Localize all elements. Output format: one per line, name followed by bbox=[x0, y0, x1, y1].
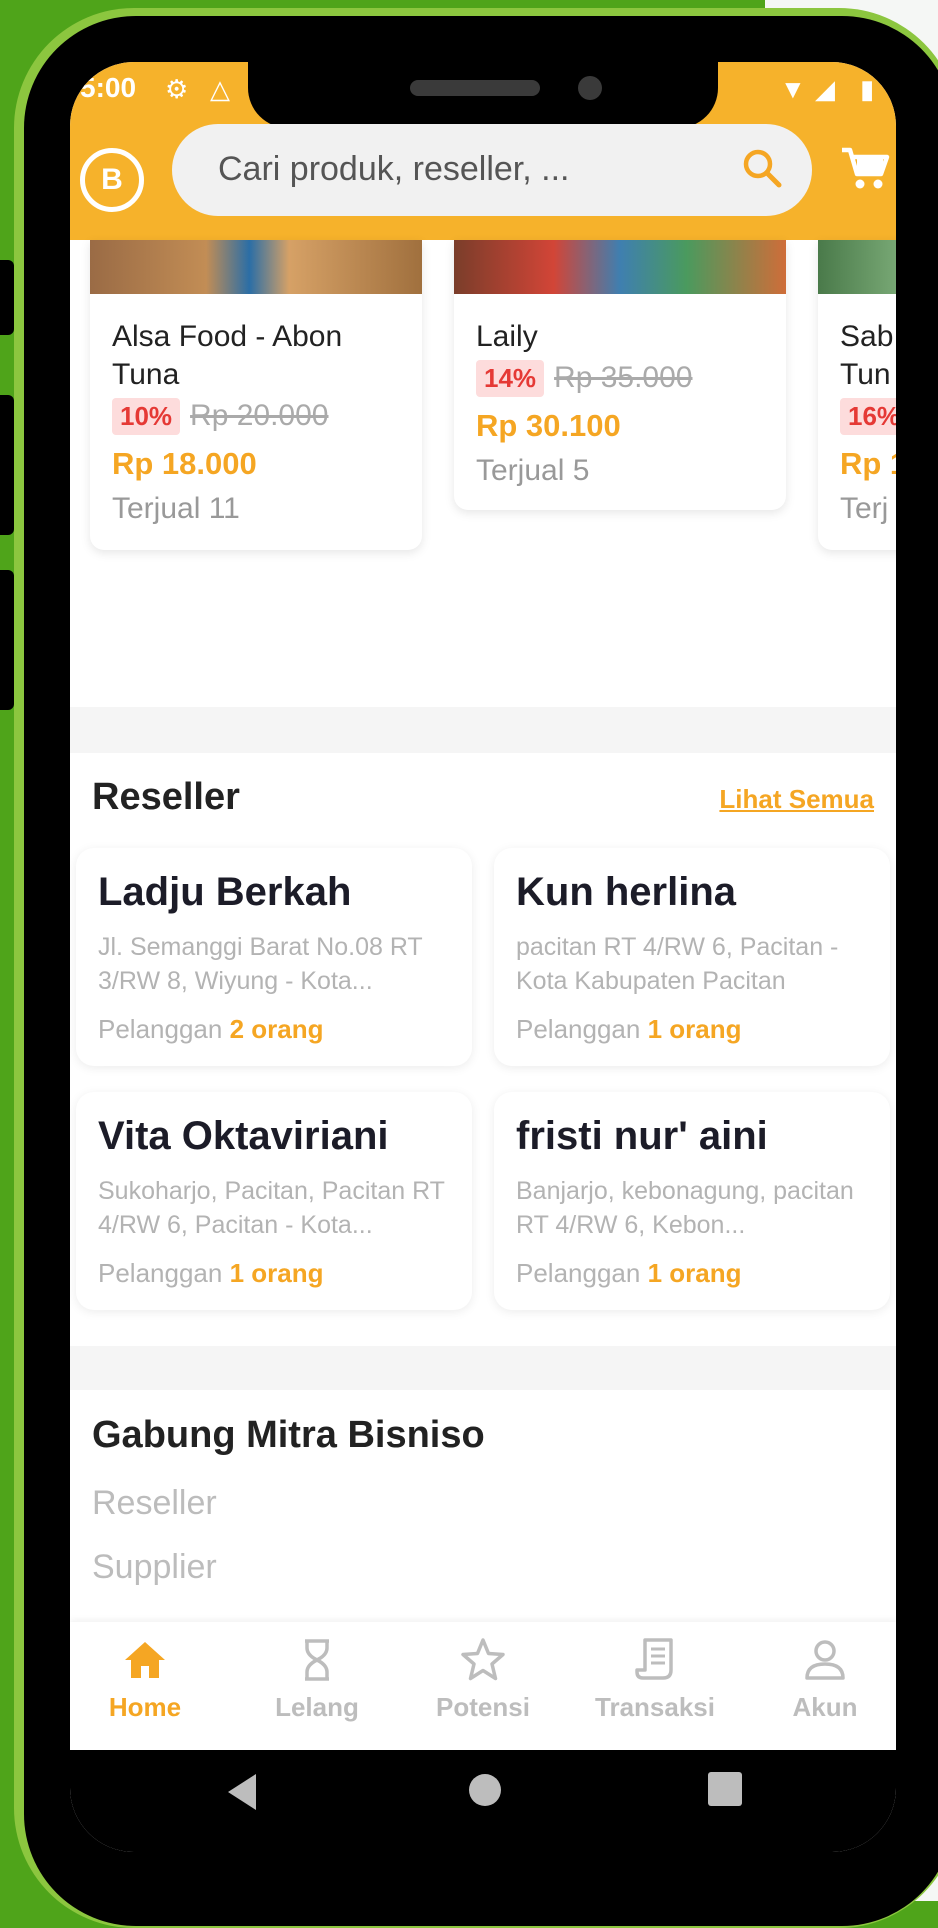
discount-row: 14% Rp 35.000 bbox=[476, 358, 693, 398]
recents-icon[interactable] bbox=[706, 1770, 744, 1808]
original-price: Rp 35.000 bbox=[554, 361, 693, 394]
search-placeholder: Cari produk, reseller, ... bbox=[218, 150, 570, 188]
bottom-nav: Home Lelang Potensi Transaksi Akun bbox=[70, 1622, 896, 1750]
app-logo[interactable]: B bbox=[80, 148, 144, 212]
product-price: Rp 1 bbox=[840, 446, 896, 481]
product-card[interactable]: Alsa Food - Abon Tuna 10% Rp 20.000 Rp 1… bbox=[90, 240, 422, 550]
receipt-icon bbox=[635, 1638, 673, 1680]
customer-label: Pelanggan bbox=[98, 1258, 223, 1288]
sold-count: Terjual 5 bbox=[476, 454, 590, 487]
product-name: Sab Tun bbox=[840, 320, 894, 391]
status-time: 5:00 bbox=[80, 72, 137, 103]
system-nav-bar bbox=[70, 1750, 896, 1852]
reseller-address: Banjarjo, kebonagung, pacitan RT 4/RW 6,… bbox=[516, 1177, 854, 1239]
discount-badge: 16% bbox=[840, 397, 896, 435]
discount-row: 16% bbox=[840, 396, 896, 436]
user-icon bbox=[805, 1640, 845, 1680]
camera bbox=[578, 76, 602, 100]
reseller-address: Sukoharjo, Pacitan, Pacitan RT 4/RW 6, P… bbox=[98, 1177, 445, 1239]
gear-icon: ⚙ bbox=[165, 74, 189, 104]
customer-count: 1 orang bbox=[647, 1014, 742, 1044]
nav-label: Home bbox=[108, 1692, 182, 1722]
reseller-address: pacitan RT 4/RW 6, Pacitan - Kota Kabupa… bbox=[516, 933, 839, 995]
nav-label: Potensi bbox=[436, 1692, 530, 1722]
product-card[interactable]: Laily 14% Rp 35.000 Rp 30.100 Terjual 5 bbox=[454, 240, 786, 510]
home-circle-icon[interactable] bbox=[465, 1770, 505, 1810]
reseller-address: Jl. Semanggi Barat No.08 RT 3/RW 8, Wiyu… bbox=[98, 933, 423, 995]
product-image bbox=[90, 240, 422, 294]
wifi-icon: ▼ bbox=[780, 74, 806, 104]
back-icon[interactable] bbox=[222, 1770, 262, 1814]
home-icon bbox=[125, 1642, 165, 1678]
section-divider bbox=[70, 1346, 896, 1390]
side-button bbox=[0, 260, 14, 335]
reseller-card[interactable]: Ladju Berkah Jl. Semanggi Barat No.08 RT… bbox=[76, 848, 472, 1066]
product-image bbox=[818, 240, 896, 294]
product-price: Rp 18.000 bbox=[112, 446, 257, 481]
signal-icon: ◢ bbox=[815, 74, 835, 104]
nav-lelang[interactable]: Lelang bbox=[242, 1636, 392, 1723]
reseller-name: Vita Oktaviriani bbox=[98, 1114, 389, 1158]
product-price: Rp 30.100 bbox=[476, 408, 621, 443]
drive-icon: △ bbox=[210, 74, 230, 104]
reseller-customers: Pelanggan 2 orang bbox=[98, 1014, 324, 1045]
phone-notch bbox=[248, 62, 718, 128]
product-name: Laily bbox=[476, 320, 538, 353]
speaker bbox=[410, 80, 540, 96]
see-all-link[interactable]: Lihat Semua bbox=[719, 784, 874, 815]
reseller-name: fristi nur' aini bbox=[516, 1114, 768, 1158]
section-divider bbox=[70, 707, 896, 753]
customer-label: Pelanggan bbox=[516, 1258, 641, 1288]
original-price: Rp 20.000 bbox=[190, 399, 329, 432]
reseller-card[interactable]: Vita Oktaviriani Sukoharjo, Pacitan, Pac… bbox=[76, 1092, 472, 1310]
customer-count: 2 orang bbox=[229, 1014, 324, 1044]
nav-label: Transaksi bbox=[595, 1692, 715, 1722]
side-button bbox=[0, 570, 14, 710]
reseller-customers: Pelanggan 1 orang bbox=[516, 1258, 742, 1289]
reseller-section-title: Reseller bbox=[92, 776, 240, 818]
search-input[interactable]: Cari produk, reseller, ... bbox=[172, 124, 812, 216]
nav-home[interactable]: Home bbox=[70, 1636, 220, 1723]
discount-row: 10% Rp 20.000 bbox=[112, 396, 329, 436]
nav-label: Akun bbox=[792, 1692, 858, 1722]
nav-transaksi[interactable]: Transaksi bbox=[580, 1636, 730, 1723]
hourglass-icon bbox=[305, 1639, 329, 1681]
customer-label: Pelanggan bbox=[516, 1014, 641, 1044]
sold-count: Terj bbox=[840, 492, 889, 525]
customer-label: Pelanggan bbox=[98, 1014, 223, 1044]
reseller-card[interactable]: fristi nur' aini Banjarjo, kebonagung, p… bbox=[494, 1092, 890, 1310]
cart-icon[interactable] bbox=[840, 144, 890, 194]
app-header: 5:00 ⚙ △ ▼ ◢ ▮ B Cari produk, reseller, … bbox=[70, 62, 896, 240]
reseller-name: Ladju Berkah bbox=[98, 870, 352, 914]
customer-count: 1 orang bbox=[647, 1258, 742, 1288]
nav-akun[interactable]: Akun bbox=[750, 1636, 896, 1723]
join-supplier-link[interactable]: Supplier bbox=[92, 1548, 217, 1587]
product-name: Alsa Food - Abon Tuna bbox=[112, 320, 343, 391]
side-button bbox=[0, 395, 14, 535]
phone-screen: 5:00 ⚙ △ ▼ ◢ ▮ B Cari produk, reseller, … bbox=[70, 62, 896, 1852]
nav-label: Lelang bbox=[275, 1692, 359, 1722]
discount-badge: 14% bbox=[476, 359, 545, 397]
search-icon[interactable] bbox=[738, 144, 786, 192]
discount-badge: 10% bbox=[112, 397, 181, 435]
reseller-name: Kun herlina bbox=[516, 870, 737, 914]
nav-potensi[interactable]: Potensi bbox=[408, 1636, 558, 1723]
product-image bbox=[454, 240, 786, 294]
star-icon bbox=[461, 1638, 505, 1681]
join-reseller-link[interactable]: Reseller bbox=[92, 1484, 217, 1523]
battery-icon: ▮ bbox=[860, 74, 875, 104]
product-card[interactable]: Sab Tun 16% Rp 1 Terj bbox=[818, 240, 896, 550]
customer-count: 1 orang bbox=[229, 1258, 324, 1288]
join-section-title: Gabung Mitra Bisniso bbox=[92, 1414, 485, 1456]
reseller-card[interactable]: Kun herlina pacitan RT 4/RW 6, Pacitan -… bbox=[494, 848, 890, 1066]
reseller-customers: Pelanggan 1 orang bbox=[98, 1258, 324, 1289]
sold-count: Terjual 11 bbox=[112, 492, 240, 525]
reseller-customers: Pelanggan 1 orang bbox=[516, 1014, 742, 1045]
